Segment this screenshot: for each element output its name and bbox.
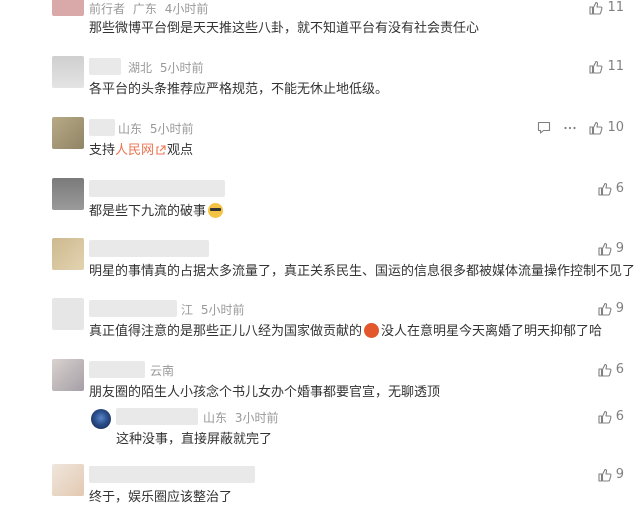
timestamp: 5小时前 bbox=[200, 303, 245, 317]
thumbs-up-icon bbox=[598, 468, 612, 482]
username[interactable]: 前行者 bbox=[89, 2, 125, 16]
username-redacted bbox=[89, 58, 121, 75]
text-segment: 真正值得注意的是那些正儿八经为国家做贡献的 bbox=[89, 324, 363, 339]
like-count: 9 bbox=[615, 241, 624, 256]
location: 云南 bbox=[150, 364, 175, 378]
username-redacted bbox=[116, 408, 198, 425]
thumbs-up-icon bbox=[598, 410, 612, 424]
angry-face-emoji-icon bbox=[364, 323, 380, 338]
thumbs-up-icon bbox=[589, 60, 603, 74]
like-button[interactable]: 11 bbox=[589, 59, 624, 74]
username-redacted bbox=[89, 119, 115, 136]
like-button[interactable]: 9 bbox=[598, 467, 624, 482]
comment-text: 明星的事情真的占据太多流量了，真正关系民生、国运的信息很多都被媒体流量操作控制不… bbox=[89, 264, 636, 279]
thumbs-up-icon bbox=[598, 242, 612, 256]
location: 山东 bbox=[203, 411, 228, 425]
timestamp: 4小时前 bbox=[164, 2, 209, 16]
avatar[interactable] bbox=[52, 238, 84, 270]
comment-actions: 10 bbox=[537, 120, 624, 135]
like-button[interactable]: 9 bbox=[598, 241, 624, 256]
username[interactable]: 江 bbox=[181, 303, 193, 317]
like-button[interactable]: 6 bbox=[598, 409, 624, 424]
timestamp: 3小时前 bbox=[234, 411, 279, 425]
comment-text: 真正值得注意的是那些正儿八经为国家做贡献的 没人在意明星今天离婚了明天抑郁了哈 bbox=[89, 320, 602, 339]
location: 广东 bbox=[132, 2, 157, 16]
username-redacted bbox=[89, 240, 209, 257]
avatar[interactable] bbox=[52, 56, 84, 88]
like-count: 6 bbox=[615, 181, 624, 196]
location: 山东 bbox=[118, 122, 143, 136]
username-redacted bbox=[89, 361, 145, 378]
like-count: 9 bbox=[615, 301, 624, 316]
comment-actions: 6 bbox=[598, 181, 624, 196]
avatar[interactable] bbox=[52, 117, 84, 149]
mention-link[interactable]: 人民网 bbox=[115, 143, 154, 158]
comment-actions: 9 bbox=[598, 241, 624, 256]
comment-text: 终于，娱乐圈应该整治了 bbox=[89, 490, 233, 505]
avatar[interactable] bbox=[52, 359, 84, 391]
comment-meta: 山东 3小时前 bbox=[203, 409, 278, 426]
timestamp: 5小时前 bbox=[149, 122, 194, 136]
comment-actions: 9 bbox=[598, 301, 624, 316]
avatar[interactable] bbox=[52, 178, 84, 210]
comment-meta: 云南 bbox=[150, 362, 174, 379]
comment-meta: 江 5小时前 bbox=[181, 301, 244, 318]
comment-actions: 6 bbox=[598, 362, 624, 377]
comment-text: 那些微博平台倒是天天推这些八卦，就不知道平台有没有社会责任心 bbox=[89, 21, 480, 36]
like-count: 9 bbox=[615, 467, 624, 482]
username-redacted bbox=[89, 466, 255, 483]
text-segment: 没人在意明星今天离婚了明天抑郁了哈 bbox=[381, 324, 603, 339]
comment-meta: 山东 5小时前 bbox=[118, 120, 193, 137]
like-button[interactable]: 9 bbox=[598, 301, 624, 316]
thumbs-up-icon bbox=[589, 121, 603, 135]
comment-text: 朋友圈的陌生人小孩念个书儿女办个婚事都要官宣，无聊透顶 bbox=[89, 385, 441, 400]
comment-actions: 11 bbox=[589, 0, 624, 15]
text-segment: 支持 bbox=[89, 143, 116, 158]
username-redacted bbox=[89, 180, 225, 197]
comment-actions: 9 bbox=[598, 467, 624, 482]
avatar[interactable] bbox=[52, 0, 84, 16]
text-segment: 观点 bbox=[167, 143, 194, 158]
timestamp: 5小时前 bbox=[159, 61, 204, 75]
comment-actions: 11 bbox=[589, 59, 624, 74]
comment-text: 都是些下九流的破事 bbox=[89, 200, 224, 219]
comment-meta: 前行者 广东 4小时前 bbox=[89, 0, 208, 17]
comment-actions: 6 bbox=[598, 409, 624, 424]
username-redacted bbox=[89, 300, 177, 317]
thumbs-up-icon bbox=[589, 1, 603, 15]
text-segment: 都是些下九流的破事 bbox=[89, 204, 207, 219]
like-button[interactable]: 6 bbox=[598, 362, 624, 377]
like-count: 11 bbox=[607, 59, 624, 74]
thumbs-up-icon bbox=[598, 302, 612, 316]
more-button[interactable] bbox=[563, 121, 577, 135]
like-button[interactable]: 10 bbox=[589, 120, 624, 135]
like-button[interactable]: 11 bbox=[589, 0, 624, 15]
comment-meta: 湖北 5小时前 bbox=[128, 59, 203, 76]
like-count: 6 bbox=[615, 362, 624, 377]
comment-icon bbox=[537, 121, 551, 135]
location: 湖北 bbox=[128, 61, 153, 75]
more-dots-icon bbox=[563, 121, 577, 135]
comment-text: 支持人民网 观点 bbox=[89, 139, 193, 160]
like-count: 11 bbox=[607, 0, 624, 15]
sunglasses-emoji-icon bbox=[208, 203, 224, 218]
thumbs-up-icon bbox=[598, 182, 612, 196]
like-button[interactable]: 6 bbox=[598, 181, 624, 196]
avatar[interactable] bbox=[52, 298, 84, 330]
avatar[interactable] bbox=[91, 409, 111, 429]
comment-text: 这种没事，直接屏蔽就完了 bbox=[116, 432, 273, 447]
thumbs-up-icon bbox=[598, 363, 612, 377]
like-count: 10 bbox=[607, 120, 624, 135]
reply-button[interactable] bbox=[537, 121, 551, 135]
avatar[interactable] bbox=[52, 464, 84, 496]
link-icon[interactable] bbox=[155, 145, 166, 160]
like-count: 6 bbox=[615, 409, 624, 424]
comment-text: 各平台的头条推荐应严格规范，不能无休止地低级。 bbox=[89, 82, 389, 97]
